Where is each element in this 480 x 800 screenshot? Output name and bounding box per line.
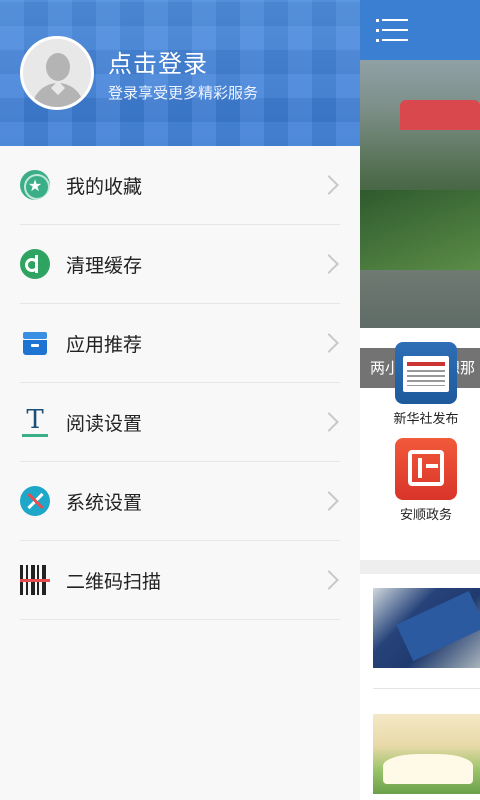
login-subtitle: 登录享受更多精彩服务 [108, 84, 259, 102]
chevron-right-icon [319, 491, 339, 511]
chevron-right-icon [319, 570, 339, 590]
menu-item-system-settings[interactable]: 系统设置 [20, 462, 340, 541]
xinhua-news-icon [395, 342, 457, 404]
hero-image[interactable]: 两小伙：没想那 [360, 60, 480, 388]
menu-list-icon[interactable] [376, 17, 408, 43]
chevron-right-icon [319, 175, 339, 195]
menu-item-label: 二维码扫描 [66, 570, 162, 593]
login-title[interactable]: 点击登录 [108, 44, 208, 79]
navigation-drawer: 点击登录 登录享受更多精彩服务 ★ 我的收藏 清理缓存 应用推荐 T 阅读设置 … [0, 0, 360, 800]
app-name: 安顺政务 [399, 508, 452, 523]
section-divider [360, 560, 480, 574]
menu-item-label: 系统设置 [66, 491, 143, 514]
menu-item-app-recommend[interactable]: 应用推荐 [20, 304, 340, 383]
divider [373, 688, 480, 689]
star-icon: ★ [20, 170, 50, 200]
government-icon [395, 438, 457, 500]
chevron-right-icon [319, 412, 339, 432]
top-app-bar [360, 0, 480, 60]
clean-icon [20, 249, 50, 279]
chevron-right-icon [319, 254, 339, 274]
menu-item-favorites[interactable]: ★ 我的收藏 [20, 146, 340, 225]
news-thumbnail[interactable] [373, 588, 480, 668]
chevron-right-icon [319, 333, 339, 353]
menu-item-label: 清理缓存 [66, 254, 143, 277]
menu-item-label: 阅读设置 [66, 412, 143, 435]
tools-icon [20, 486, 50, 516]
main-content: 两小伙：没想那 新华社发布 安顺政务 [360, 0, 480, 800]
text-icon: T [20, 407, 50, 437]
qrcode-icon [20, 565, 50, 595]
app-box-icon [20, 328, 50, 358]
drawer-menu: ★ 我的收藏 清理缓存 应用推荐 T 阅读设置 系统设置 二维码扫描 [0, 146, 360, 620]
app-name: 新华社发布 [393, 412, 459, 427]
menu-item-label: 应用推荐 [66, 333, 143, 356]
menu-item-qr-scan[interactable]: 二维码扫描 [20, 541, 340, 620]
profile-header[interactable]: 点击登录 登录享受更多精彩服务 [0, 0, 360, 146]
menu-item-label: 我的收藏 [66, 175, 143, 198]
menu-item-clear-cache[interactable]: 清理缓存 [20, 225, 340, 304]
avatar[interactable] [20, 36, 94, 110]
menu-item-reading-settings[interactable]: T 阅读设置 [20, 383, 340, 462]
news-thumbnail[interactable] [373, 714, 480, 794]
